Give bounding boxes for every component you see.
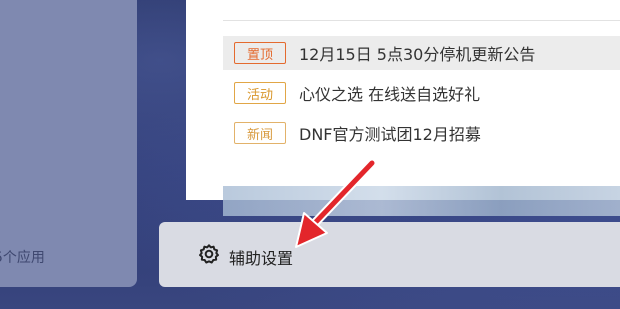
gear-icon [199,244,219,264]
tag-activity: 活动 [234,82,286,104]
tag-pinned: 置顶 [234,42,286,64]
notice-card: 置顶 12月15日 5点30分停机更新公告 活动 心仪之选 在线送自选好礼 新闻… [186,0,620,200]
notice-title[interactable]: 心仪之选 在线送自选好礼 [299,81,480,105]
notice-item-news[interactable]: 新闻 DNF官方测试团12月招募 [223,116,620,150]
notice-item-activity[interactable]: 活动 心仪之选 在线送自选好礼 [223,76,620,110]
settings-label: 辅助设置 [229,249,294,268]
notice-title[interactable]: DNF官方测试团12月招募 [299,121,481,145]
tag-news: 新闻 [234,122,286,144]
notice-title[interactable]: 12月15日 5点30分停机更新公告 [299,41,535,65]
divider [223,20,620,21]
banner-image[interactable] [223,186,620,216]
left-panel: 5个应用 [0,0,137,287]
app-count-text: 5个应用 [0,250,45,266]
assist-settings-button[interactable]: 辅助设置 [159,222,620,287]
notice-item-pinned[interactable]: 置顶 12月15日 5点30分停机更新公告 [223,36,620,70]
